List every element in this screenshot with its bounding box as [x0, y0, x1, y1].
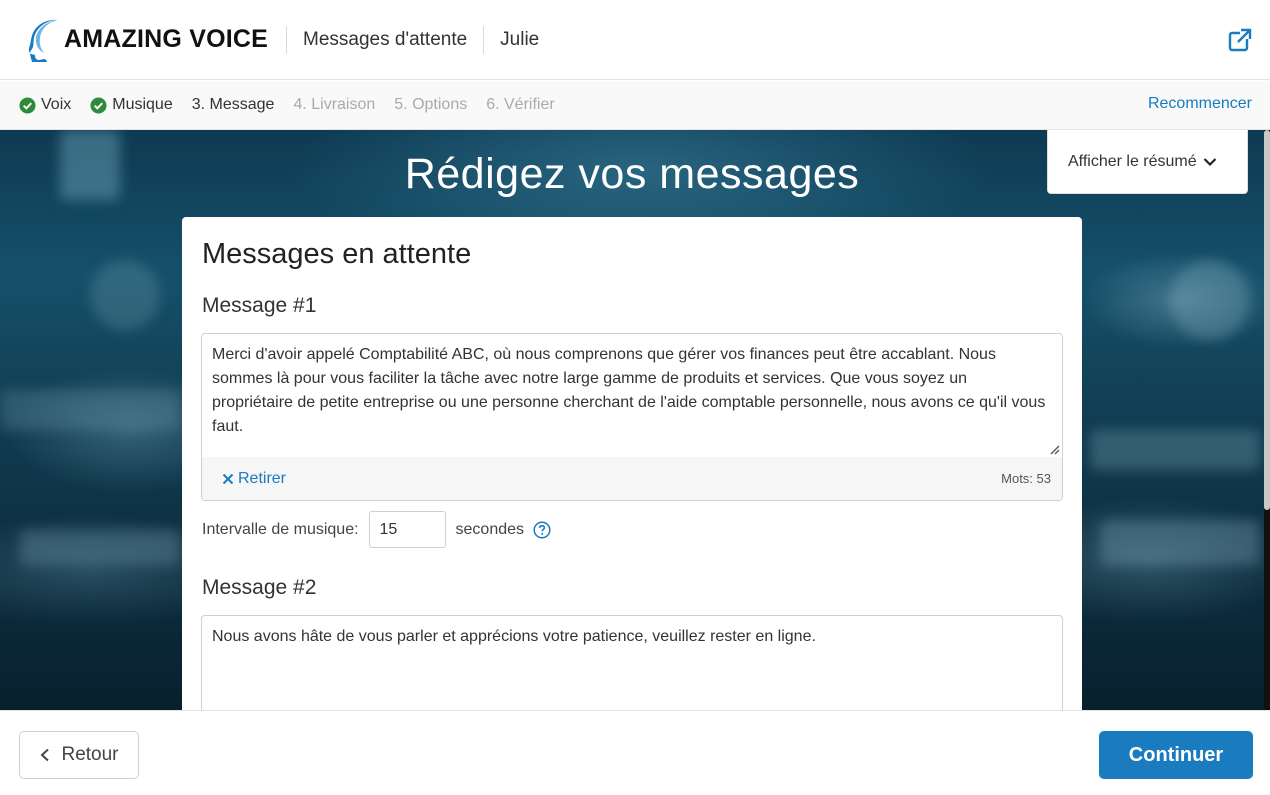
music-interval-unit: secondes	[455, 520, 525, 538]
header-divider	[483, 25, 485, 54]
brand-name: AMAZING VOICE	[64, 25, 268, 53]
remove-message-button[interactable]: Retirer	[222, 470, 286, 488]
external-link-icon[interactable]	[1228, 28, 1252, 52]
restart-link[interactable]: Recommencer	[1148, 95, 1252, 113]
show-summary-label: Afficher le résumé	[1068, 152, 1197, 170]
message-1-box: Retirer Mots: 53	[201, 333, 1063, 501]
music-interval-label: Intervalle de musique:	[202, 520, 359, 538]
step-message[interactable]: 3. Message	[192, 96, 275, 114]
remove-label: Retirer	[238, 469, 287, 487]
brand-logo[interactable]: AMAZING VOICE	[28, 18, 268, 62]
header-divider	[286, 25, 287, 54]
step-label: Voix	[41, 96, 72, 113]
page-scrollbar[interactable]	[1264, 130, 1270, 710]
back-button[interactable]: Retour	[19, 731, 139, 779]
step-label: 5. Options	[394, 96, 468, 113]
chevron-down-icon	[1203, 157, 1216, 166]
step-musique[interactable]: Musique	[90, 96, 173, 114]
background-blur	[20, 530, 180, 565]
check-circle-icon	[90, 96, 107, 114]
background-blur	[90, 260, 160, 330]
step-voix[interactable]: Voix	[19, 96, 71, 114]
card-title: Messages en attente	[202, 238, 472, 270]
app-header: AMAZING VOICE Messages d'attente Julie	[0, 0, 1270, 80]
background-blur	[1090, 430, 1260, 470]
product-name: Messages d'attente	[303, 28, 468, 50]
step-options: 5. Options	[394, 96, 467, 114]
background-blur	[1100, 520, 1260, 565]
message-1-footer: Retirer Mots: 53	[202, 457, 1062, 500]
resize-handle-icon[interactable]	[1048, 443, 1060, 455]
step-label: 4. Livraison	[293, 96, 376, 113]
show-summary-button[interactable]: Afficher le résumé	[1047, 130, 1248, 194]
message-2-textarea[interactable]	[202, 616, 1062, 710]
scrollbar-thumb[interactable]	[1264, 130, 1270, 510]
back-label: Retour	[61, 744, 119, 765]
word-count: Mots: 53	[1001, 471, 1051, 486]
step-label: 3. Message	[191, 96, 275, 113]
close-icon	[222, 473, 234, 484]
check-circle-icon	[19, 96, 36, 114]
music-interval-row: Intervalle de musique: secondes	[202, 511, 551, 548]
step-verifier: 6. Vérifier	[486, 96, 554, 114]
message-1-textarea[interactable]	[202, 334, 1062, 457]
chevron-left-icon	[41, 748, 50, 762]
background-blur	[1170, 260, 1250, 340]
continue-button[interactable]: Continuer	[1099, 731, 1253, 779]
logo-head-icon	[28, 19, 58, 62]
help-icon[interactable]	[533, 520, 551, 539]
selected-voice-name: Julie	[500, 28, 540, 50]
message-1-label: Message #1	[202, 294, 317, 317]
progress-stepper: Voix Musique 3. Message 4. Livraison 5. …	[0, 81, 1270, 130]
wizard-footer: Retour Continuer	[0, 710, 1270, 795]
step-label: Musique	[112, 96, 173, 113]
messages-card: Messages en attente Message #1 Retirer M…	[182, 217, 1082, 710]
music-interval-input[interactable]	[368, 511, 446, 548]
background-blur	[0, 390, 180, 430]
step-livraison: 4. Livraison	[293, 96, 375, 114]
step-label: 6. Vérifier	[486, 96, 555, 113]
message-2-label: Message #2	[202, 576, 317, 599]
message-2-box	[201, 615, 1063, 710]
